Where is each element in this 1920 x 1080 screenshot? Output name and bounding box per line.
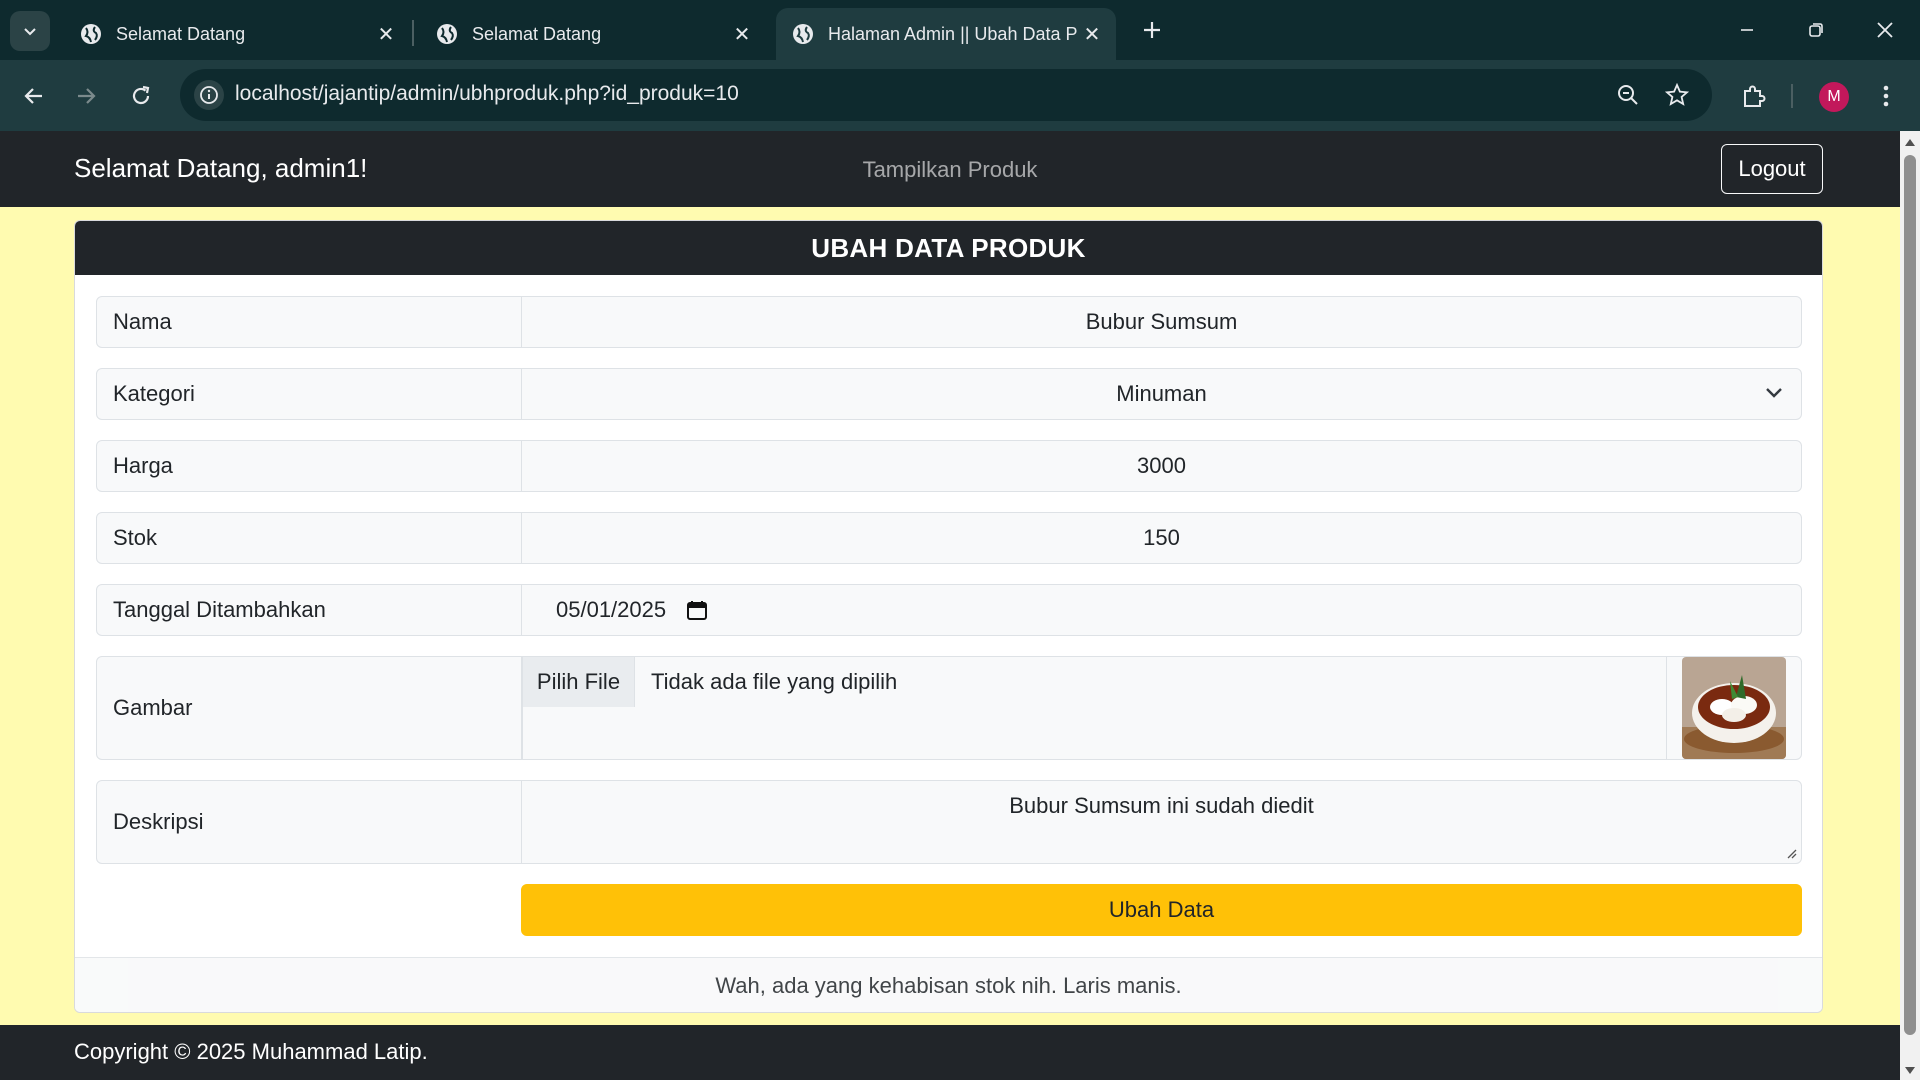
field-deskripsi: Deskripsi Bubur Sumsum ini sudah diedit — [96, 780, 1802, 864]
field-label: Harga — [97, 441, 522, 491]
field-nama: Nama Bubur Sumsum — [96, 296, 1802, 348]
globe-icon — [437, 24, 457, 44]
restore-icon — [1809, 23, 1823, 37]
globe-icon — [81, 24, 101, 44]
ubah-data-button[interactable]: Ubah Data — [521, 884, 1802, 936]
menu-button[interactable] — [1868, 78, 1904, 114]
plus-icon — [1144, 22, 1160, 38]
stok-input[interactable]: 150 — [522, 513, 1801, 563]
kebab-menu-icon — [1883, 85, 1889, 107]
harga-input[interactable]: 3000 — [522, 441, 1801, 491]
file-status-text: Tidak ada file yang dipilih — [651, 669, 898, 694]
resize-handle-icon[interactable] — [1785, 847, 1797, 859]
address-bar[interactable]: localhost/jajantip/admin/ubhproduk.php?i… — [180, 69, 1712, 121]
reload-button[interactable] — [119, 74, 163, 118]
new-tab-button[interactable] — [1136, 14, 1168, 46]
copyright-text: Copyright © 2025 Muhammad Latip. — [74, 1039, 428, 1064]
calendar-icon[interactable] — [686, 599, 708, 621]
field-harga: Harga 3000 — [96, 440, 1802, 492]
minimize-icon — [1741, 29, 1753, 31]
reload-icon — [132, 85, 150, 105]
field-kategori: Kategori Minuman — [96, 368, 1802, 420]
gambar-file-input[interactable]: Pilih File Tidak ada file yang dipilih — [522, 657, 1667, 759]
close-icon — [1877, 22, 1893, 38]
zoom-button[interactable] — [1614, 81, 1642, 109]
browser-tab-bar: Selamat Datang ✕ Selamat Datang ✕ Halama… — [0, 0, 1920, 60]
field-tanggal: Tanggal Ditambahkan 05/01/2025 — [96, 584, 1802, 636]
forward-button[interactable] — [64, 74, 108, 118]
zoom-icon — [1618, 85, 1638, 105]
field-label: Stok — [97, 513, 522, 563]
close-icon[interactable]: ✕ — [1078, 20, 1106, 48]
field-gambar: Gambar Pilih File Tidak ada file yang di… — [96, 656, 1802, 760]
back-button[interactable] — [12, 74, 56, 118]
tab-selamat-datang-2[interactable]: Selamat Datang ✕ — [420, 8, 766, 60]
kategori-select[interactable]: Minuman — [522, 369, 1801, 419]
arrow-right-icon — [78, 88, 96, 104]
page-footer: Copyright © 2025 Muhammad Latip. — [0, 1025, 1900, 1080]
bubur-sumsum-image — [1682, 657, 1786, 759]
scroll-down-arrow-icon[interactable] — [1904, 1066, 1916, 1076]
site-navbar: Selamat Datang, admin1! Tampilkan Produk… — [0, 131, 1900, 207]
tab-search-button[interactable] — [10, 11, 50, 51]
deskripsi-textarea[interactable]: Bubur Sumsum ini sudah diedit — [522, 781, 1801, 863]
tab-separator — [412, 20, 414, 46]
tab-halaman-admin[interactable]: Halaman Admin || Ubah Data Pr ✕ — [776, 8, 1116, 60]
field-label: Kategori — [97, 369, 522, 419]
tab-selamat-datang-1[interactable]: Selamat Datang ✕ — [64, 8, 410, 60]
info-icon — [200, 86, 218, 104]
page-viewport: Selamat Datang, admin1! Tampilkan Produk… — [0, 131, 1920, 1080]
profile-avatar[interactable]: M — [1819, 82, 1849, 112]
edit-product-card: UBAH DATA PRODUK Nama Bubur Sumsum Kateg… — [74, 220, 1823, 1013]
scrollbar-thumb[interactable] — [1904, 155, 1916, 1035]
field-label: Tanggal Ditambahkan — [97, 585, 522, 635]
card-title: UBAH DATA PRODUK — [75, 221, 1822, 275]
chevron-down-icon — [24, 28, 36, 36]
logout-button[interactable]: Logout — [1721, 144, 1823, 194]
field-label: Deskripsi — [97, 781, 522, 863]
nama-input[interactable]: Bubur Sumsum — [522, 297, 1801, 347]
tanggal-date-input[interactable]: 05/01/2025 — [522, 585, 1801, 635]
url-text: localhost/jajantip/admin/ubhproduk.php?i… — [235, 82, 739, 105]
product-thumbnail — [1682, 657, 1786, 759]
close-icon[interactable]: ✕ — [372, 20, 400, 48]
site-info-button[interactable] — [194, 80, 224, 110]
stock-notice: Wah, ada yang kehabisan stok nih. Laris … — [75, 957, 1822, 1012]
field-stok: Stok 150 — [96, 512, 1802, 564]
toolbar-separator — [1791, 84, 1793, 108]
field-label: Nama — [97, 297, 522, 347]
vertical-scrollbar[interactable] — [1900, 131, 1920, 1080]
close-icon[interactable]: ✕ — [728, 20, 756, 48]
puzzle-icon — [1744, 85, 1766, 107]
chevron-down-icon — [1766, 388, 1782, 398]
browser-toolbar: localhost/jajantip/admin/ubhproduk.php?i… — [0, 60, 1920, 131]
field-label: Gambar — [97, 657, 522, 759]
extensions-button[interactable] — [1736, 78, 1772, 114]
arrow-left-icon — [24, 88, 42, 104]
tab-title: Selamat Datang — [472, 23, 602, 44]
nav-link-tampilkan-produk[interactable]: Tampilkan Produk — [0, 157, 1900, 183]
date-value: 05/01/2025 — [556, 597, 667, 622]
minimize-button[interactable] — [1724, 10, 1770, 50]
close-window-button[interactable] — [1862, 10, 1908, 50]
scroll-up-arrow-icon[interactable] — [1904, 137, 1916, 147]
star-icon — [1665, 83, 1689, 106]
choose-file-button[interactable]: Pilih File — [523, 657, 635, 707]
tab-title: Halaman Admin || Ubah Data Pr — [828, 23, 1078, 44]
bookmark-button[interactable] — [1663, 81, 1691, 109]
restore-button[interactable] — [1793, 10, 1839, 50]
tab-title: Selamat Datang — [116, 23, 246, 44]
globe-icon — [793, 24, 813, 44]
